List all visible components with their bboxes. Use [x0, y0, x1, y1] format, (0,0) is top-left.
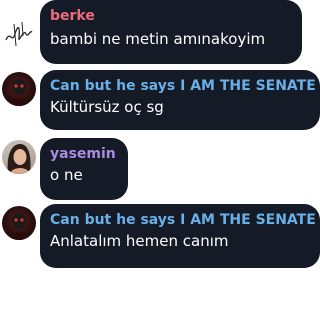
message-bubble[interactable]: berke bambi ne metin amınakoyim — [40, 0, 302, 64]
message-bubble[interactable]: yasemin o ne — [40, 138, 128, 200]
character-icon — [8, 79, 30, 106]
message-text: bambi ne metin amınakoyim — [50, 30, 266, 48]
author-name[interactable]: berke — [50, 7, 292, 25]
dark-character-avatar[interactable] — [2, 206, 36, 240]
portrait-icon — [7, 144, 31, 174]
message-text: o ne — [50, 166, 83, 184]
woman-portrait-avatar[interactable] — [2, 140, 36, 174]
signature-icon — [5, 21, 33, 47]
message-text: Anlatalım hemen canım — [50, 232, 229, 250]
message-bubble[interactable]: Can but he says I AM THE SENATE Anlatalı… — [40, 204, 320, 268]
author-name[interactable]: Can but he says I AM THE SENATE — [50, 211, 316, 229]
author-name[interactable]: yasemin — [50, 145, 118, 163]
message-bubble[interactable]: Can but he says I AM THE SENATE Kültürsü… — [40, 70, 320, 130]
signature-avatar[interactable] — [2, 16, 36, 50]
character-icon — [8, 213, 30, 240]
author-name[interactable]: Can but he says I AM THE SENATE — [50, 77, 316, 95]
message-text: Kültürsüz oç sg — [50, 98, 164, 116]
dark-character-avatar[interactable] — [2, 72, 36, 106]
